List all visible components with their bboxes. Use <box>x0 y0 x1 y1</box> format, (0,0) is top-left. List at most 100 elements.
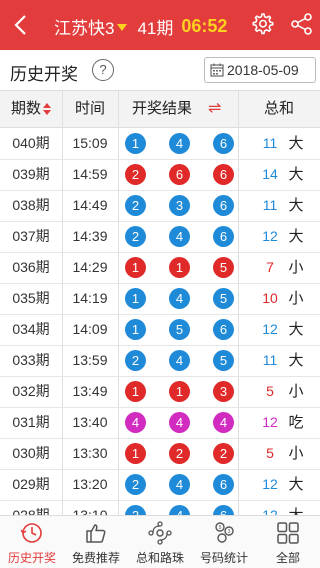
issue-number: 031期 <box>12 414 50 430</box>
tab-recommend-label: 免费推荐 <box>71 551 120 565</box>
tab-recommend[interactable]: 免费推荐 <box>64 516 128 568</box>
stats-icon: 5 3 <box>215 522 234 543</box>
result-ball: 2 <box>125 164 146 185</box>
result-ball: 3 <box>169 195 190 216</box>
issue-number: 038期 <box>12 197 50 213</box>
result-ball: 1 <box>125 443 146 464</box>
tab-history[interactable]: 历史开奖 <box>0 516 64 568</box>
size-label: 大 <box>288 476 304 493</box>
draw-time: 14:09 <box>72 321 108 337</box>
draw-time: 13:20 <box>72 476 108 492</box>
sum-value: 5 <box>266 445 274 461</box>
sum-value: 7 <box>266 259 274 275</box>
result-ball: 4 <box>169 412 190 433</box>
table-row: 028期 13:10 2 4 6 12 大 <box>0 500 320 515</box>
issue-number: 035期 <box>12 290 50 306</box>
result-ball: 4 <box>169 474 190 495</box>
results-table[interactable]: 040期 15:09 1 4 6 11 大 039期 14:59 2 6 6 14 大 038期 14:49 2… <box>0 128 320 515</box>
column-sum: 总和 <box>263 100 294 117</box>
swap-arrows-icon[interactable]: ⇌ <box>208 91 221 127</box>
column-result: 开奖结果 ⇌ <box>118 91 238 127</box>
result-ball: 6 <box>213 505 234 515</box>
route-icon <box>148 521 172 545</box>
result-ball: 6 <box>213 195 234 216</box>
result-ball: 4 <box>169 133 190 154</box>
table-row: 030期 13:30 1 2 2 5 小 <box>0 438 320 470</box>
calendar-icon <box>210 63 224 77</box>
svg-text:5: 5 <box>219 525 222 531</box>
table-row: 032期 13:49 1 1 3 5 小 <box>0 376 320 408</box>
result-ball: 5 <box>169 319 190 340</box>
top-bar: 江苏快3 41期 06:52 <box>0 0 320 50</box>
issue-number: 037期 <box>12 228 50 244</box>
result-ball: 5 <box>213 288 234 309</box>
sub-header: 历史开奖 ? 2018-05-09 <box>0 50 320 91</box>
sum-value: 14 <box>262 166 278 182</box>
result-ball: 5 <box>213 350 234 371</box>
lottery-name: 江苏快3 <box>54 19 115 38</box>
share-icon[interactable] <box>290 12 314 36</box>
table-row: 035期 14:19 1 4 5 10 小 <box>0 283 320 315</box>
result-ball: 6 <box>213 133 234 154</box>
help-icon[interactable]: ? <box>92 59 114 81</box>
issue-number: 028期 <box>12 507 50 515</box>
sort-icon <box>43 103 51 116</box>
result-ball: 2 <box>213 443 234 464</box>
tab-all[interactable]: 全部 <box>256 516 320 568</box>
lottery-selector[interactable]: 江苏快3 41期 06:52 <box>54 14 227 39</box>
tab-number-stats-label: 号码统计 <box>199 551 248 565</box>
draw-time: 14:49 <box>72 197 108 213</box>
issue-number: 036期 <box>12 259 50 275</box>
size-label: 大 <box>288 197 304 214</box>
result-ball: 1 <box>125 319 146 340</box>
size-label: 大 <box>288 166 304 183</box>
tab-history-label: 历史开奖 <box>7 551 56 565</box>
result-ball: 6 <box>213 164 234 185</box>
countdown-timer: 06:52 <box>181 16 228 36</box>
size-label: 大 <box>285 500 307 515</box>
result-ball: 4 <box>169 350 190 371</box>
sum-value: 11 <box>262 197 278 213</box>
result-ball: 2 <box>125 505 146 515</box>
result-ball: 2 <box>125 474 146 495</box>
draw-time: 13:59 <box>72 352 108 368</box>
result-ball: 4 <box>213 412 234 433</box>
gear-icon[interactable] <box>250 12 274 36</box>
draw-time: 14:59 <box>72 166 108 182</box>
back-arrow-icon[interactable] <box>8 11 34 39</box>
column-issue-label: 期数 <box>10 100 41 117</box>
current-period: 41期 <box>137 19 174 38</box>
tab-number-stats[interactable]: 5 3 号码统计 <box>192 516 256 568</box>
table-row: 040期 15:09 1 4 6 11 大 <box>0 128 320 160</box>
clock-history-icon <box>20 523 42 543</box>
thumbs-up-icon <box>86 524 106 543</box>
size-label: 小 <box>288 383 304 400</box>
table-row: 038期 14:49 2 3 6 11 大 <box>0 190 320 222</box>
result-ball: 1 <box>125 257 146 278</box>
table-row: 029期 13:20 2 4 6 12 大 <box>0 469 320 501</box>
draw-time: 14:19 <box>72 290 108 306</box>
table-row: 031期 13:40 4 4 4 12 吃 <box>0 407 320 439</box>
table-row: 036期 14:29 1 1 5 7 小 <box>0 252 320 284</box>
table-row: 037期 14:39 2 4 6 12 大 <box>0 221 320 253</box>
result-ball: 6 <box>169 164 190 185</box>
result-ball: 2 <box>125 350 146 371</box>
column-issue[interactable]: 期数 <box>0 91 62 127</box>
bottom-tab-bar: 历史开奖 免费推荐 总和路珠 5 3 号码统计 全部 <box>0 515 320 568</box>
size-label: 大 <box>288 228 304 245</box>
issue-number: 030期 <box>12 445 50 461</box>
result-ball: 6 <box>213 319 234 340</box>
result-ball: 6 <box>213 474 234 495</box>
sum-value: 11 <box>262 352 278 368</box>
result-ball: 4 <box>169 288 190 309</box>
date-picker[interactable]: 2018-05-09 <box>204 57 316 83</box>
result-ball: 1 <box>125 133 146 154</box>
result-ball: 2 <box>125 195 146 216</box>
tab-sum-road[interactable]: 总和路珠 <box>128 516 192 568</box>
table-row: 039期 14:59 2 6 6 14 大 <box>0 159 320 191</box>
result-ball: 3 <box>213 381 234 402</box>
size-label: 大 <box>288 135 304 152</box>
issue-number: 032期 <box>12 383 50 399</box>
column-time: 时间 <box>74 100 105 117</box>
issue-number: 039期 <box>12 166 50 182</box>
